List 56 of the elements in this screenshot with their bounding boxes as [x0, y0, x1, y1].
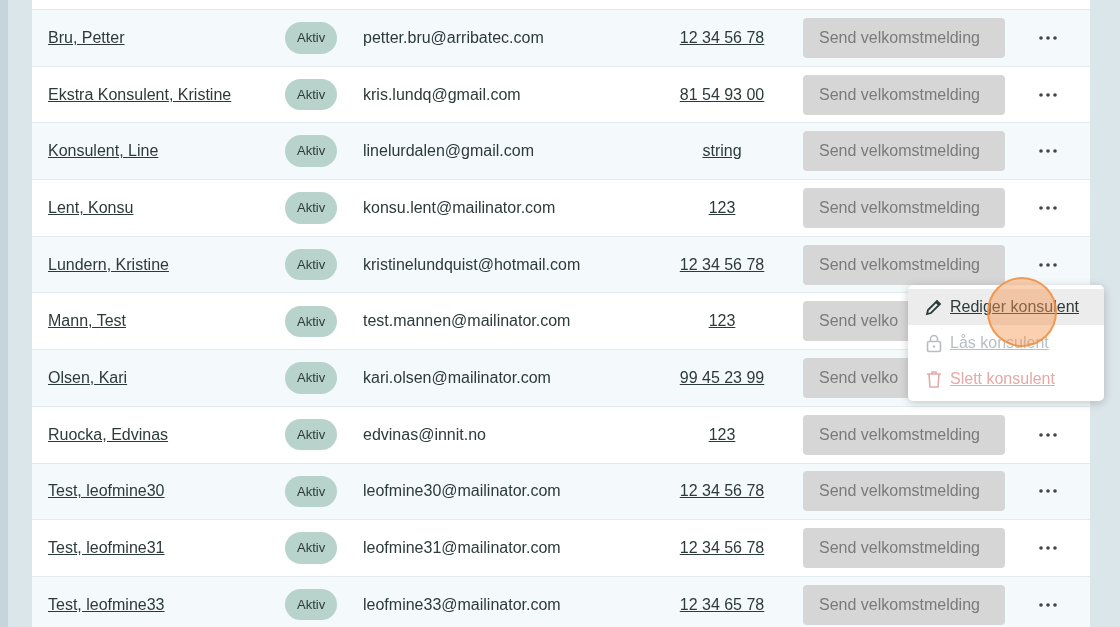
- status-badge: Aktiv: [285, 532, 338, 564]
- name-link[interactable]: Ruocka, Edvinas: [48, 425, 169, 443]
- phone-link[interactable]: 12 34 56 78: [679, 539, 765, 557]
- name-link[interactable]: Olsen, Kari: [48, 368, 128, 386]
- more-icon: [1038, 35, 1057, 40]
- more-icon: [1038, 262, 1057, 267]
- name-link[interactable]: Test, leofmine30: [48, 482, 165, 500]
- lock-icon: [924, 333, 944, 353]
- more-icon: [1038, 92, 1057, 97]
- status-badge: Aktiv: [285, 248, 338, 281]
- name-link[interactable]: Bru, Petter: [48, 28, 125, 46]
- status-badge: Aktiv: [285, 22, 338, 54]
- email-text: kris.lundq@gmail.com: [363, 85, 521, 103]
- email-text: edvinas@innit.no: [363, 425, 486, 443]
- email-text: linelurdalen@gmail.com: [363, 142, 534, 160]
- more-icon: [1038, 432, 1057, 437]
- status-badge: Aktiv: [285, 78, 338, 111]
- more-icon: [1038, 546, 1057, 551]
- email-text: leofmine30@mailinator.com: [363, 482, 561, 500]
- email-text: test.mannen@mailinator.com: [363, 312, 571, 330]
- phone-link[interactable]: 12 34 56 78: [679, 28, 765, 46]
- status-badge: Aktiv: [285, 192, 338, 224]
- status-badge: Aktiv: [285, 418, 338, 451]
- email-text: konsu.lent@mailinator.com: [363, 198, 556, 216]
- phone-link[interactable]: string: [702, 142, 742, 160]
- more-icon: [1038, 149, 1057, 154]
- phone-link[interactable]: 81 54 93 00: [679, 85, 765, 103]
- more-icon: [1038, 205, 1057, 210]
- name-link[interactable]: Lent, Konsu: [48, 198, 134, 216]
- status-badge: Aktiv: [285, 588, 338, 621]
- name-link[interactable]: Konsulent, Line: [48, 142, 159, 160]
- more-icon: [1038, 602, 1057, 607]
- email-text: kari.olsen@mailinator.com: [363, 368, 551, 386]
- name-link[interactable]: Test, leofmine31: [48, 539, 165, 557]
- status-badge: Aktiv: [285, 135, 338, 167]
- status-badge: Aktiv: [285, 305, 338, 338]
- phone-link[interactable]: 123: [708, 425, 736, 443]
- trash-icon: [924, 369, 944, 389]
- phone-link[interactable]: 12 34 56 78: [679, 482, 765, 500]
- name-link[interactable]: Mann, Test: [48, 312, 126, 330]
- more-icon: [1038, 489, 1057, 494]
- name-link[interactable]: Test, leofmine33: [48, 595, 165, 613]
- pencil-icon: [924, 297, 944, 317]
- phone-link[interactable]: 12 34 65 78: [679, 595, 765, 613]
- email-text: petter.bru@arribatec.com: [363, 28, 544, 46]
- name-link[interactable]: Lundern, Kristine: [48, 255, 169, 273]
- email-text: leofmine33@mailinator.com: [363, 595, 561, 613]
- email-text: leofmine31@mailinator.com: [363, 539, 561, 557]
- name-link[interactable]: Ekstra Konsulent, Kristine: [48, 85, 232, 103]
- status-badge: Aktiv: [285, 362, 338, 394]
- phone-link[interactable]: 12 34 56 78: [679, 255, 765, 273]
- status-badge: Aktiv: [285, 475, 338, 508]
- phone-link[interactable]: 123: [708, 198, 736, 216]
- phone-link[interactable]: 99 45 23 99: [679, 368, 765, 386]
- phone-link[interactable]: 123: [708, 312, 736, 330]
- email-text: kristinelundquist@hotmail.com: [363, 255, 581, 273]
